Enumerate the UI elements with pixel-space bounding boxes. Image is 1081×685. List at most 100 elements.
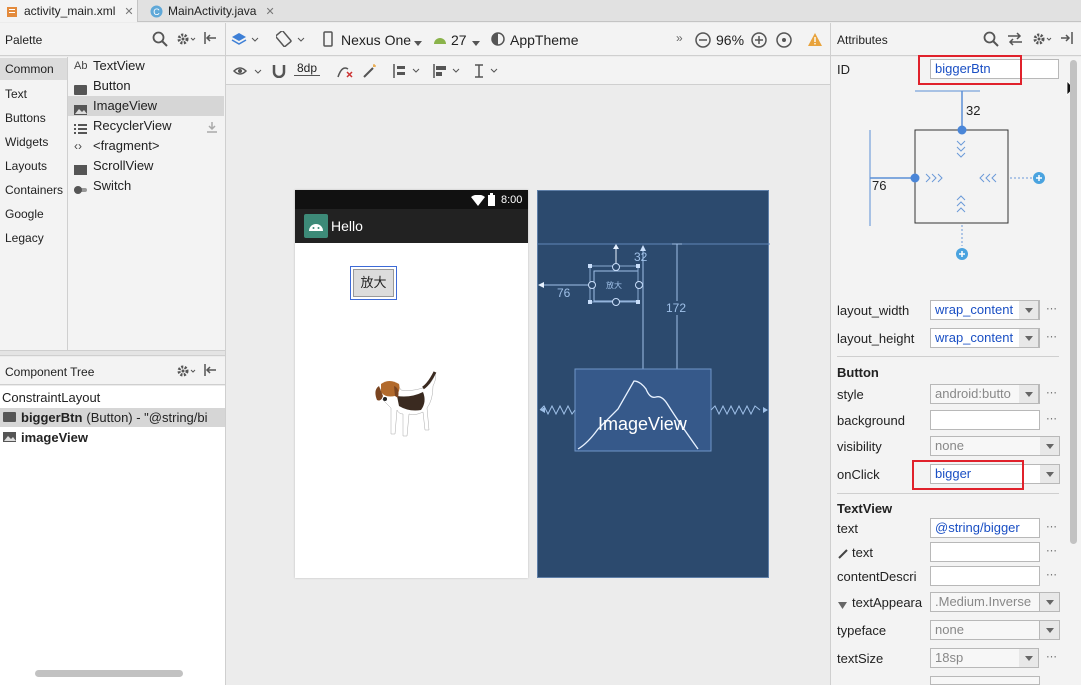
- orientation-icon[interactable]: [275, 30, 306, 50]
- zoom-fit-icon[interactable]: [776, 32, 792, 51]
- more-icon[interactable]: ⋯: [1046, 520, 1057, 533]
- panel-splitter[interactable]: [0, 350, 225, 356]
- chevron-down-icon[interactable]: [1040, 464, 1060, 484]
- text-appearance-field[interactable]: .Medium.Inverse: [930, 592, 1040, 612]
- chevron-down-icon[interactable]: [1040, 592, 1060, 612]
- palette-item-textview[interactable]: Ab TextView: [68, 56, 224, 76]
- swap-icon[interactable]: [1007, 32, 1023, 49]
- content-description-field[interactable]: [930, 566, 1040, 586]
- default-margin[interactable]: 8dp: [294, 61, 321, 76]
- more-icon[interactable]: ⋯: [1046, 330, 1057, 343]
- gear-icon[interactable]: [1032, 31, 1052, 50]
- constraint-top-value[interactable]: 32: [966, 103, 980, 118]
- palette-item-switch[interactable]: Switch: [68, 176, 224, 196]
- attr-label: background: [837, 413, 905, 428]
- more-icon[interactable]: ⋯: [1046, 302, 1057, 315]
- search-icon[interactable]: [983, 31, 999, 50]
- bigger-button[interactable]: 放大: [353, 269, 394, 297]
- typeface-field[interactable]: none: [930, 620, 1040, 640]
- text-size-field[interactable]: 18sp: [930, 648, 1020, 668]
- node-name: biggerBtn: [21, 410, 83, 425]
- category-containers[interactable]: Containers: [5, 183, 63, 197]
- device-selector[interactable]: Nexus One: [341, 32, 411, 48]
- search-icon[interactable]: [152, 31, 168, 50]
- eye-icon[interactable]: [232, 64, 263, 81]
- tools-text-field[interactable]: [930, 542, 1040, 562]
- category-common[interactable]: Common: [0, 58, 67, 80]
- zoom-out-icon[interactable]: [695, 32, 711, 51]
- design-tool-icon: [838, 547, 849, 562]
- design-toolbar-2: 8dp: [226, 57, 830, 85]
- chevron-down-icon[interactable]: [1019, 328, 1039, 348]
- blueprint-view[interactable]: 放大 32 76 172 ImageView: [537, 190, 770, 578]
- category-legacy[interactable]: Legacy: [5, 231, 44, 245]
- constraint-left-value[interactable]: 76: [872, 178, 886, 193]
- magnet-icon[interactable]: [272, 64, 286, 81]
- attr-field-partial[interactable]: [930, 676, 1040, 685]
- chevron-down-icon[interactable]: [414, 35, 422, 50]
- close-icon[interactable]: ✕: [265, 5, 274, 18]
- warning-icon[interactable]: [807, 32, 823, 50]
- more-icon[interactable]: ⋯: [1046, 386, 1057, 399]
- palette-item-fragment[interactable]: ‹› <fragment>: [68, 136, 224, 156]
- hide-panel-icon[interactable]: [203, 363, 217, 380]
- constraint-widget[interactable]: [860, 86, 1050, 266]
- api-level-selector[interactable]: 27: [451, 32, 467, 48]
- vertical-scrollbar[interactable]: [1070, 60, 1077, 544]
- close-icon[interactable]: ✕: [124, 5, 133, 18]
- more-icon[interactable]: ⋯: [1046, 568, 1057, 581]
- palette-item-recyclerview[interactable]: RecyclerView: [68, 116, 224, 136]
- gear-icon[interactable]: [176, 31, 196, 50]
- horizontal-scrollbar[interactable]: [35, 670, 183, 677]
- chevron-down-icon[interactable]: [1040, 620, 1060, 640]
- more-icon[interactable]: ⋯: [1046, 544, 1057, 557]
- chevron-down-icon[interactable]: [1019, 648, 1039, 668]
- more-icon[interactable]: ⋯: [1046, 650, 1057, 663]
- blueprint-button-label: 放大: [606, 281, 622, 290]
- background-field[interactable]: [930, 410, 1040, 430]
- expand-triangle-icon[interactable]: [838, 598, 848, 613]
- zoom-level: 96%: [716, 32, 745, 48]
- tree-node-biggerbtn[interactable]: biggerBtn (Button) - "@string/bi: [0, 408, 225, 427]
- pack-icon[interactable]: [392, 63, 422, 82]
- palette-item-imageview[interactable]: ImageView: [68, 96, 224, 116]
- layers-icon[interactable]: [231, 31, 259, 50]
- node-name: imageView: [21, 430, 88, 445]
- category-google[interactable]: Google: [5, 207, 44, 221]
- design-preview[interactable]: 8:00 Hello 放大: [295, 190, 528, 578]
- tree-root[interactable]: ConstraintLayout: [2, 390, 100, 405]
- attr-label: visibility: [837, 439, 882, 454]
- text-field[interactable]: @string/bigger: [930, 518, 1040, 538]
- category-buttons[interactable]: Buttons: [5, 111, 46, 125]
- hide-panel-icon[interactable]: [1060, 31, 1074, 48]
- category-text[interactable]: Text: [5, 87, 27, 101]
- palette-item-button[interactable]: Button: [68, 76, 224, 96]
- theme-selector[interactable]: AppTheme: [510, 32, 578, 48]
- zoom-in-icon[interactable]: [751, 32, 767, 51]
- chevron-down-icon[interactable]: [1019, 300, 1039, 320]
- more-icon[interactable]: ⋯: [1046, 412, 1057, 425]
- overflow-icon[interactable]: »: [676, 31, 683, 45]
- xml-file-icon: [6, 5, 19, 18]
- clear-constraints-icon[interactable]: [336, 63, 354, 82]
- tree-node-imageview[interactable]: imageView: [0, 428, 225, 447]
- tab-main-activity[interactable]: C MainActivity.java ✕: [144, 0, 278, 22]
- align-icon[interactable]: [432, 63, 462, 82]
- category-widgets[interactable]: Widgets: [5, 135, 48, 149]
- palette-item-scrollview[interactable]: ScrollView: [68, 156, 224, 176]
- chevron-down-icon[interactable]: [1040, 436, 1060, 456]
- device-icon[interactable]: [323, 31, 333, 50]
- chevron-down-icon[interactable]: [1019, 384, 1039, 404]
- text-icon: Ab: [74, 60, 88, 72]
- gear-icon[interactable]: [176, 363, 196, 382]
- chevron-down-icon[interactable]: [472, 35, 480, 50]
- hide-panel-icon[interactable]: [203, 31, 217, 48]
- magic-wand-icon[interactable]: [362, 63, 378, 82]
- guidelines-icon[interactable]: [473, 63, 503, 82]
- attr-label: text: [837, 521, 858, 536]
- app-bar: Hello: [295, 209, 528, 243]
- blueprint-distance: 172: [666, 301, 687, 315]
- category-layouts[interactable]: Layouts: [5, 159, 47, 173]
- tab-activity-main[interactable]: activity_main.xml ✕: [0, 0, 138, 22]
- attr-label: textAppeara: [852, 595, 923, 610]
